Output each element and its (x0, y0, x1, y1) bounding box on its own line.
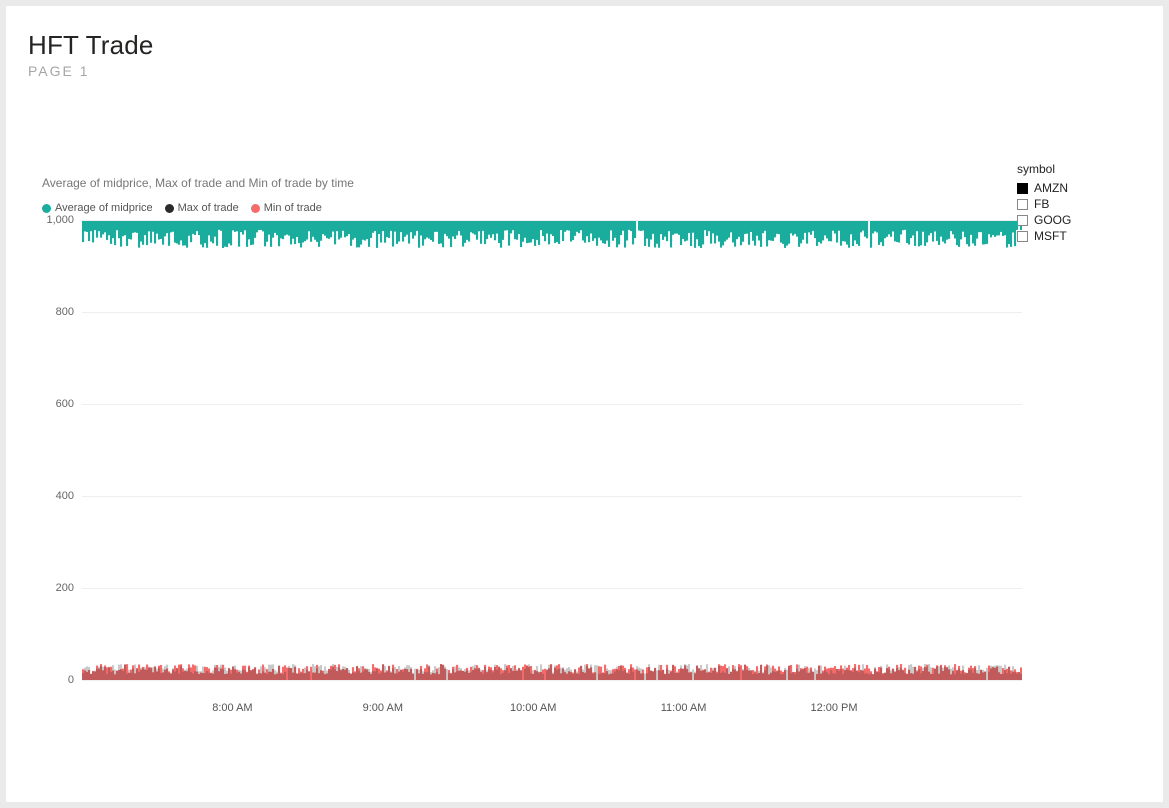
checkbox-icon[interactable] (1017, 215, 1028, 226)
slicer-item-label: GOOG (1034, 213, 1071, 227)
slicer-item-msft[interactable]: MSFT (1017, 228, 1127, 244)
legend-swatch-icon (165, 204, 174, 213)
series-line-midprice (82, 220, 1022, 248)
x-tick-label: 8:00 AM (212, 702, 252, 714)
checkbox-icon[interactable] (1017, 199, 1028, 210)
report-title: HFT Trade (28, 30, 154, 61)
legend-item-midprice[interactable]: Average of midprice (42, 202, 153, 214)
legend-label: Min of trade (264, 202, 322, 214)
slicer-title: symbol (1017, 162, 1127, 176)
y-tick-label: 1,000 (46, 214, 74, 226)
line-chart-visual[interactable]: Average of midprice, Max of trade and Mi… (42, 176, 1022, 736)
y-tick-label: 200 (56, 582, 74, 594)
legend-swatch-icon (251, 204, 260, 213)
report-subtitle: PAGE 1 (28, 63, 154, 79)
chart-title: Average of midprice, Max of trade and Mi… (42, 176, 1022, 190)
series-line-max (82, 664, 1022, 680)
legend-item-max[interactable]: Max of trade (165, 202, 239, 214)
checkbox-icon[interactable] (1017, 231, 1028, 242)
slicer-item-label: MSFT (1034, 229, 1067, 243)
gridline (82, 496, 1022, 497)
symbol-slicer[interactable]: symbol AMZN FB GOOG MSFT (1017, 162, 1127, 244)
y-tick-label: 400 (56, 490, 74, 502)
checkbox-icon[interactable] (1017, 183, 1028, 194)
x-axis: 8:00 AM 9:00 AM 10:00 AM 11:00 AM 12:00 PM (82, 680, 1022, 720)
x-tick-label: 9:00 AM (363, 702, 403, 714)
legend-item-min[interactable]: Min of trade (251, 202, 322, 214)
plot-area[interactable]: 02004006008001,000 8:00 AM9:00 AM10:00 A… (82, 220, 1022, 680)
x-tick-label: 11:00 AM (661, 702, 707, 714)
y-tick-label: 800 (56, 306, 74, 318)
slicer-item-fb[interactable]: FB (1017, 196, 1127, 212)
legend-label: Average of midprice (55, 202, 153, 214)
report-header: HFT Trade PAGE 1 (28, 30, 154, 79)
x-tick-label: 10:00 AM (510, 702, 556, 714)
gridline (82, 220, 1022, 221)
slicer-item-label: AMZN (1034, 181, 1068, 195)
y-tick-label: 0 (68, 674, 74, 686)
slicer-item-amzn[interactable]: AMZN (1017, 180, 1127, 196)
gridline (82, 404, 1022, 405)
y-axis: 02004006008001,000 (42, 220, 78, 680)
y-tick-label: 600 (56, 398, 74, 410)
legend-label: Max of trade (178, 202, 239, 214)
gridline (82, 588, 1022, 589)
gridline (82, 312, 1022, 313)
report-canvas: HFT Trade PAGE 1 Average of midprice, Ma… (6, 6, 1163, 802)
slicer-item-goog[interactable]: GOOG (1017, 212, 1127, 228)
slicer-item-label: FB (1034, 197, 1049, 211)
gridline (82, 680, 1022, 681)
x-tick-label: 12:00 PM (810, 702, 857, 714)
chart-legend: Average of midprice Max of trade Min of … (42, 202, 1022, 214)
legend-swatch-icon (42, 204, 51, 213)
